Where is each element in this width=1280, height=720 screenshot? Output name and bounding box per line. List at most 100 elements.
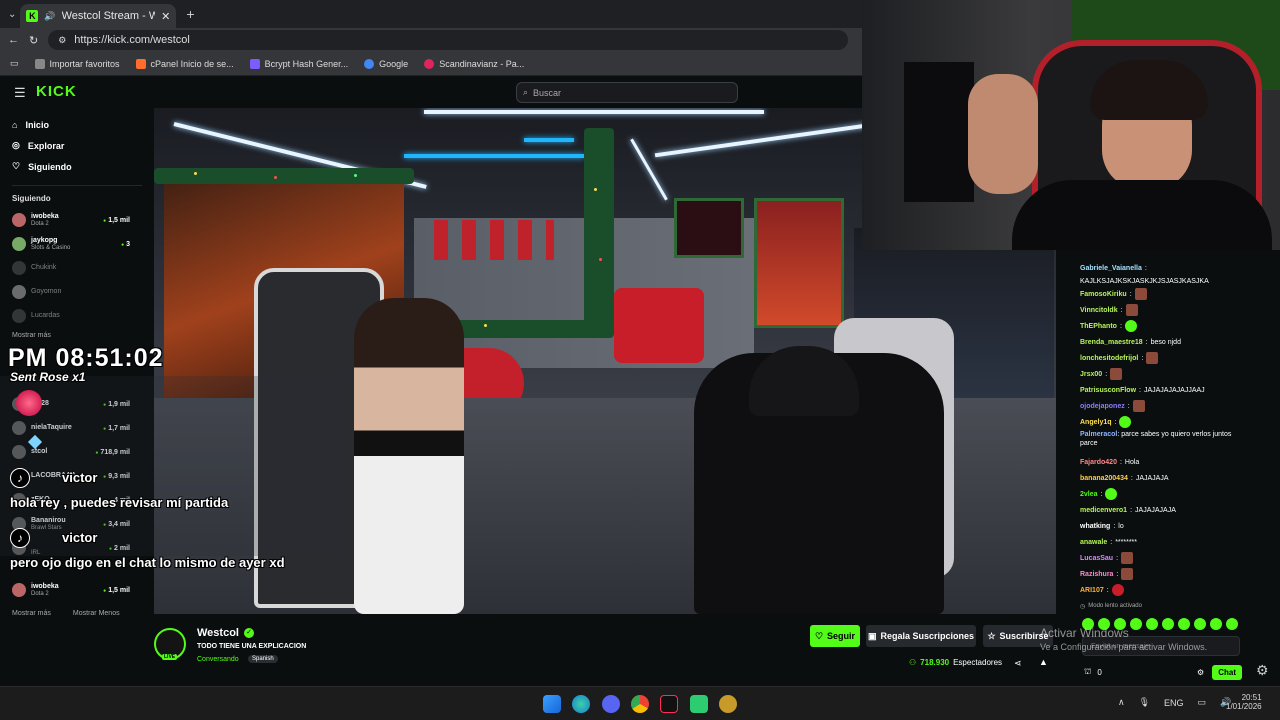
- emote-icon[interactable]: [1226, 618, 1238, 630]
- nav-explorar[interactable]: ◎ Explorar: [0, 135, 154, 156]
- back-icon[interactable]: ←: [8, 34, 19, 46]
- points-icon[interactable]: ⛫: [1084, 667, 1091, 677]
- red-couch: [614, 288, 704, 363]
- browser-tab[interactable]: K 🔊 Westcol Stream - Watch Live ✕: [20, 4, 177, 28]
- sidebar-channel-offline[interactable]: Lucardas: [0, 304, 154, 328]
- show-less-link[interactable]: Mostrar Menos: [73, 610, 120, 617]
- follow-button[interactable]: ♡ Seguir: [810, 625, 860, 647]
- tab-close-icon[interactable]: ✕: [161, 10, 170, 23]
- tiktok-icon: ♪: [10, 468, 30, 488]
- fairy-light: [594, 188, 597, 191]
- nav-siguiendo[interactable]: ♡ Siguiendo: [0, 156, 154, 177]
- tab-audio-icon[interactable]: 🔊: [44, 11, 55, 22]
- language-tag[interactable]: Spanish: [248, 655, 278, 663]
- gift-subs-button[interactable]: ▣ Regala Suscripciones: [866, 625, 976, 647]
- page-settings-icon[interactable]: ⚙: [1256, 662, 1269, 679]
- search-input[interactable]: ⌕ Buscar: [516, 82, 738, 103]
- sidebar-channel[interactable]: iwobekaDota 2 1,5 mil: [0, 208, 154, 232]
- chat-scrollbar[interactable]: [1248, 250, 1256, 686]
- youtube-icon: [424, 58, 435, 69]
- webcam-feed: [862, 0, 1280, 250]
- chat-panel: Gabriele_Vaianella: KAJLKSJAJKSKJASKJKJS…: [1056, 250, 1250, 686]
- heart-icon: ♡: [12, 161, 21, 171]
- chat-message: Fajardo420: Hola: [1080, 458, 1140, 466]
- stream-category[interactable]: Conversando: [197, 656, 239, 663]
- app-icon[interactable]: [719, 695, 737, 713]
- emote-icon: [1111, 584, 1124, 596]
- discord-icon[interactable]: [602, 695, 620, 713]
- report-icon[interactable]: ▲: [1039, 657, 1048, 667]
- kick-header: ☰ KICK ⌕ Buscar: [0, 76, 862, 108]
- bookmark-cpanel[interactable]: cPanel Inicio de se...: [135, 58, 234, 69]
- emote-icon: [1132, 400, 1145, 412]
- search-placeholder: Buscar: [533, 87, 562, 98]
- emote-icon: [1119, 416, 1132, 428]
- clock[interactable]: 20:51 1/01/2026: [1226, 693, 1262, 711]
- chat-message: Brenda_maestre18: beso njdd: [1080, 338, 1181, 346]
- show-more-link[interactable]: Mostrar más: [12, 610, 51, 617]
- avatar: [12, 261, 26, 275]
- sidebar-channel-offline[interactable]: Goyomon: [0, 280, 154, 304]
- reload-icon[interactable]: ↻: [29, 34, 38, 47]
- reading-list-icon[interactable]: ▭: [10, 58, 19, 69]
- stream-overlay: PM 08:51:02 Sent Rose x1 ♪ victor hola r…: [0, 340, 380, 580]
- chat-message: PatrisusconFlow: JAJAJAJAJAJJAAJ: [1080, 386, 1205, 394]
- menu-icon[interactable]: ☰: [14, 85, 26, 101]
- sidebar-channel[interactable]: jaykopgSlots & Casino 3: [0, 232, 154, 256]
- language-indicator[interactable]: ENG: [1164, 698, 1184, 708]
- overlay-message: pero ojo digo en el chat lo mismo de aye…: [10, 555, 285, 570]
- edge-icon[interactable]: [572, 695, 590, 713]
- ceiling-neon-light: [524, 138, 574, 142]
- cpanel-icon: [135, 58, 146, 69]
- chat-message: ARI107:: [1056, 582, 1250, 598]
- emote-icon[interactable]: [1210, 618, 1222, 630]
- send-chat-button[interactable]: Chat: [1212, 664, 1242, 680]
- chat-message: KAJLKSJAJKSKJASKJKJSJASJKASJKA: [1080, 277, 1209, 285]
- bookmark-bcrypt[interactable]: Bcrypt Hash Gener...: [249, 58, 348, 69]
- app-icon[interactable]: [690, 695, 708, 713]
- chat-message: FamosoKiriku:: [1056, 286, 1250, 302]
- nav-inicio[interactable]: ⌂ Inicio: [0, 114, 154, 135]
- tiktok-icon: ♪: [10, 528, 30, 548]
- mic-icon[interactable]: 🎙: [1139, 697, 1150, 708]
- chrome-icon[interactable]: [631, 695, 649, 713]
- site-info-icon[interactable]: ⚙: [58, 35, 66, 46]
- following-header: Siguiendo: [12, 194, 51, 203]
- fairy-light: [194, 172, 197, 175]
- kick-logo[interactable]: KICK: [36, 83, 77, 100]
- gift-icon: ▣: [867, 630, 877, 641]
- avatar: [12, 583, 26, 597]
- tiktok-icon[interactable]: [660, 695, 678, 713]
- fairy-light: [274, 176, 277, 179]
- network-icon[interactable]: ▭: [1198, 697, 1207, 708]
- address-bar-row: ← ↻ ⚙ https://kick.com/westcol: [0, 28, 862, 52]
- search-icon: ⌕: [523, 87, 529, 97]
- viewers-label: Espectadores: [953, 658, 1003, 667]
- bookmark-scandinavianz[interactable]: Scandinavianz - Pa...: [424, 58, 524, 69]
- sidebar-channel[interactable]: iwobekaDota 2 1,5 mil: [0, 578, 154, 602]
- fairy-light: [354, 174, 357, 177]
- bcrypt-icon: [249, 58, 260, 69]
- star-icon: ☆: [987, 630, 996, 641]
- windows-taskbar: ∧ 🎙 ENG ▭ 🔊 20:51 1/01/2026: [0, 686, 1280, 720]
- start-icon[interactable]: [543, 695, 561, 713]
- share-icon[interactable]: ⋖: [1014, 658, 1022, 669]
- bookmark-google[interactable]: Google: [364, 58, 408, 69]
- sidebar-channel-offline[interactable]: Chukink: [0, 256, 154, 280]
- url-field[interactable]: ⚙ https://kick.com/westcol: [48, 30, 849, 50]
- new-tab-icon[interactable]: +: [186, 6, 194, 22]
- chat-settings-icon[interactable]: ⚙: [1197, 668, 1204, 677]
- chat-message: 2vlea:: [1056, 486, 1250, 502]
- emote-icon: [1146, 352, 1159, 364]
- chat-message: Gabriele_Vaianella:: [1080, 264, 1147, 272]
- bookmark-import[interactable]: Importar favoritos: [34, 58, 120, 69]
- emote-icon: [1121, 568, 1134, 580]
- channel-name[interactable]: Westcol: [197, 627, 239, 639]
- ceiling-neon-light: [424, 110, 764, 114]
- chevron-up-icon[interactable]: ∧: [1118, 697, 1125, 708]
- tab-list-chevron-icon[interactable]: ⌄: [8, 9, 16, 20]
- window-decor: [674, 198, 744, 258]
- chat-message: lonchesitodefrijol:: [1056, 350, 1250, 366]
- garland: [154, 168, 414, 184]
- fairy-light: [599, 258, 602, 261]
